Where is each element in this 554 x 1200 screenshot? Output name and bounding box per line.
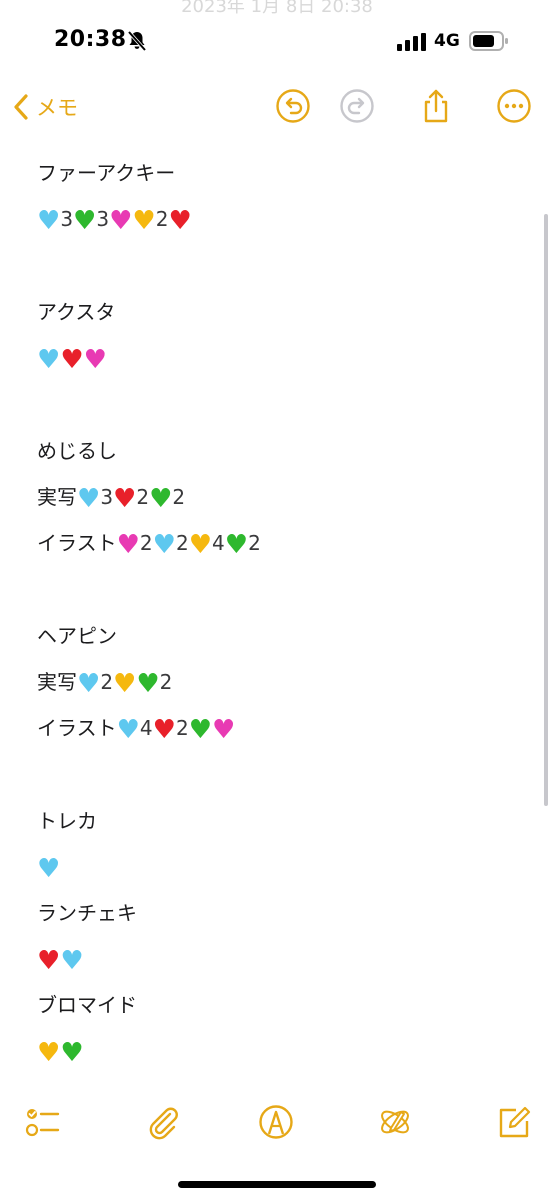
note-heading: ヘアピン xyxy=(37,624,117,648)
undo-icon[interactable] xyxy=(275,88,311,124)
note-body[interactable]: ファーアクキー ♥3♥3♥♥2♥ アクスタ ♥♥♥ めじるし 実写♥3♥2♥2 イラスト♥2… xyxy=(37,150,517,1074)
heart-count: 2 xyxy=(172,485,186,509)
markup-pen-icon[interactable] xyxy=(258,1104,294,1140)
row-label: 実写 xyxy=(37,485,77,509)
scrollbar[interactable] xyxy=(544,214,548,806)
battery-icon xyxy=(469,31,508,51)
row-label: 実写 xyxy=(37,670,77,694)
chevron-left-icon xyxy=(14,94,28,120)
heart-blue-icon: ♥ xyxy=(37,345,61,375)
heart-count: 4 xyxy=(212,531,225,555)
note-heading: トレカ xyxy=(37,809,97,833)
note-heart-row: 実写♥2♥♥2 xyxy=(37,659,517,705)
heart-count: 2 xyxy=(175,531,189,555)
note-heart-row: イラスト♥2♥2♥4♥2 xyxy=(37,520,517,566)
compose-icon[interactable] xyxy=(496,1104,532,1140)
heart-pink-icon: ♥ xyxy=(212,715,236,745)
note-heading: ファーアクキー xyxy=(37,161,176,185)
share-icon[interactable] xyxy=(418,88,454,124)
heart-count: 2 xyxy=(248,531,261,555)
heart-red-icon: ♥ xyxy=(152,715,176,745)
heart-pink-icon: ♥ xyxy=(83,345,107,375)
network-type: 4G xyxy=(434,31,460,51)
heart-yellow-icon: ♥ xyxy=(113,669,137,699)
navigation-bar: メモ xyxy=(0,80,554,136)
heart-count: 2 xyxy=(139,531,153,555)
writing-tools-icon[interactable] xyxy=(377,1104,413,1140)
heart-green-icon: ♥ xyxy=(188,715,213,745)
note-heart-row: ♥♥ xyxy=(37,936,517,982)
note-heading: ブロマイド xyxy=(37,993,137,1017)
heart-yellow-icon: ♥ xyxy=(132,206,156,236)
heart-count: 2 xyxy=(155,207,169,231)
row-label: イラスト xyxy=(37,716,117,740)
paperclip-icon[interactable] xyxy=(144,1104,180,1140)
heart-blue-icon: ♥ xyxy=(77,669,101,699)
heart-red-icon: ♥ xyxy=(113,484,137,514)
heart-count: 2 xyxy=(136,485,150,509)
cellular-signal-icon xyxy=(397,33,426,51)
heart-count: 2 xyxy=(175,716,189,740)
heart-green-icon: ♥ xyxy=(224,530,249,560)
heart-pink-icon: ♥ xyxy=(109,206,133,236)
heart-count: 3 xyxy=(60,207,74,231)
heart-blue-icon: ♥ xyxy=(37,206,61,236)
heart-count: 2 xyxy=(159,670,173,694)
checklist-icon[interactable] xyxy=(24,1104,60,1140)
redo-icon[interactable] xyxy=(339,88,375,124)
back-button[interactable]: メモ xyxy=(12,92,78,122)
heart-yellow-icon: ♥ xyxy=(37,1038,61,1068)
heart-pink-icon: ♥ xyxy=(116,530,140,560)
status-time: 20:38 xyxy=(54,27,127,52)
heart-count: 4 xyxy=(139,716,153,740)
row-label: イラスト xyxy=(37,531,117,555)
note-heart-row: ♥ xyxy=(37,844,517,890)
heart-blue-icon: ♥ xyxy=(116,715,140,745)
status-ghost-text: 2023年 1月 8日 20:38 xyxy=(181,0,373,17)
heart-green-icon: ♥ xyxy=(73,206,97,236)
note-heart-row: ♥♥ xyxy=(37,1028,517,1074)
note-heart-row: ♥♥♥ xyxy=(37,335,517,381)
note-heart-row: 実写♥3♥2♥2 xyxy=(37,474,517,520)
heart-count: 3 xyxy=(96,207,110,231)
heart-red-icon: ♥ xyxy=(37,946,61,976)
heart-count: 2 xyxy=(100,670,114,694)
heart-blue-icon: ♥ xyxy=(37,854,61,884)
heart-yellow-icon: ♥ xyxy=(188,530,213,560)
home-indicator[interactable] xyxy=(178,1181,376,1188)
back-label: メモ xyxy=(36,96,78,120)
status-bar: 2023年 1月 8日 20:38 20:38 4G xyxy=(0,0,554,84)
heart-red-icon: ♥ xyxy=(60,345,84,375)
note-heading: めじるし xyxy=(37,439,117,463)
heart-count: 3 xyxy=(100,485,114,509)
heart-blue-icon: ♥ xyxy=(60,946,84,976)
heart-blue-icon: ♥ xyxy=(77,484,101,514)
heart-green-icon: ♥ xyxy=(60,1038,84,1068)
heart-green-icon: ♥ xyxy=(136,669,160,699)
bell-slash-icon xyxy=(127,30,147,52)
ellipsis-circle-icon[interactable] xyxy=(496,88,532,124)
note-heart-row: ♥3♥3♥♥2♥ xyxy=(37,196,517,242)
note-heading: アクスタ xyxy=(37,300,116,324)
note-heart-row: イラスト♥4♥2♥♥ xyxy=(37,705,517,751)
heart-blue-icon: ♥ xyxy=(152,530,176,560)
bottom-toolbar xyxy=(0,1098,554,1148)
heart-green-icon: ♥ xyxy=(149,484,173,514)
heart-red-icon: ♥ xyxy=(168,206,192,236)
note-heading: ランチェキ xyxy=(37,901,137,925)
